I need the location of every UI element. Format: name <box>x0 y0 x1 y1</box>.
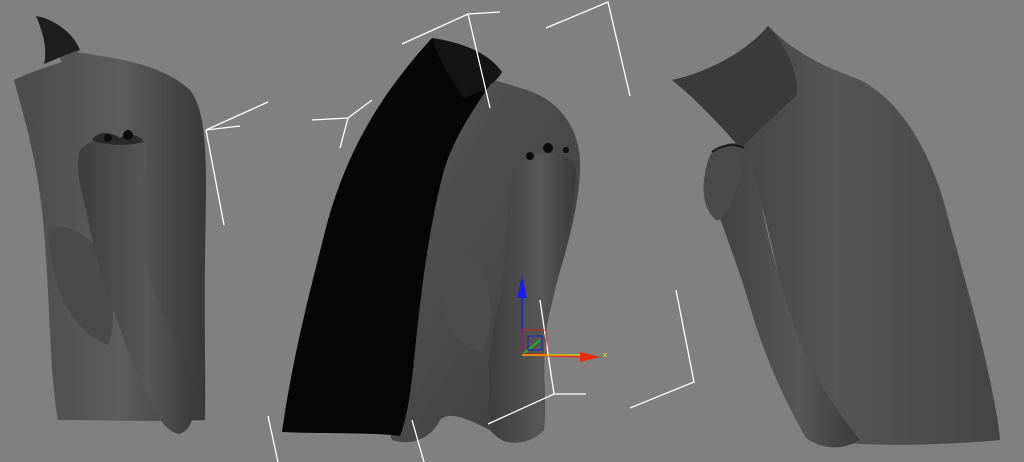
viewport-scene[interactable]: x <box>0 0 1024 462</box>
gizmo-x-arrow <box>580 352 600 362</box>
bbox-bracket <box>267 415 279 462</box>
torso-left-finger-hole <box>104 134 112 142</box>
torso-center-finger-hole <box>563 147 569 153</box>
gizmo-x-label: x <box>603 351 607 359</box>
torso-center-finger-hole <box>543 143 553 153</box>
torso-left-finger-hole <box>123 130 133 140</box>
torso-left-view[interactable] <box>14 16 206 434</box>
3d-viewport[interactable]: x <box>0 0 1024 462</box>
bbox-bracket <box>205 101 269 226</box>
torso-right-view[interactable] <box>672 26 1000 448</box>
torso-center-finger-hole <box>526 152 534 160</box>
bbox-bracket <box>545 1 631 97</box>
bbox-bracket <box>629 289 695 409</box>
torso-center-view[interactable] <box>282 38 581 443</box>
